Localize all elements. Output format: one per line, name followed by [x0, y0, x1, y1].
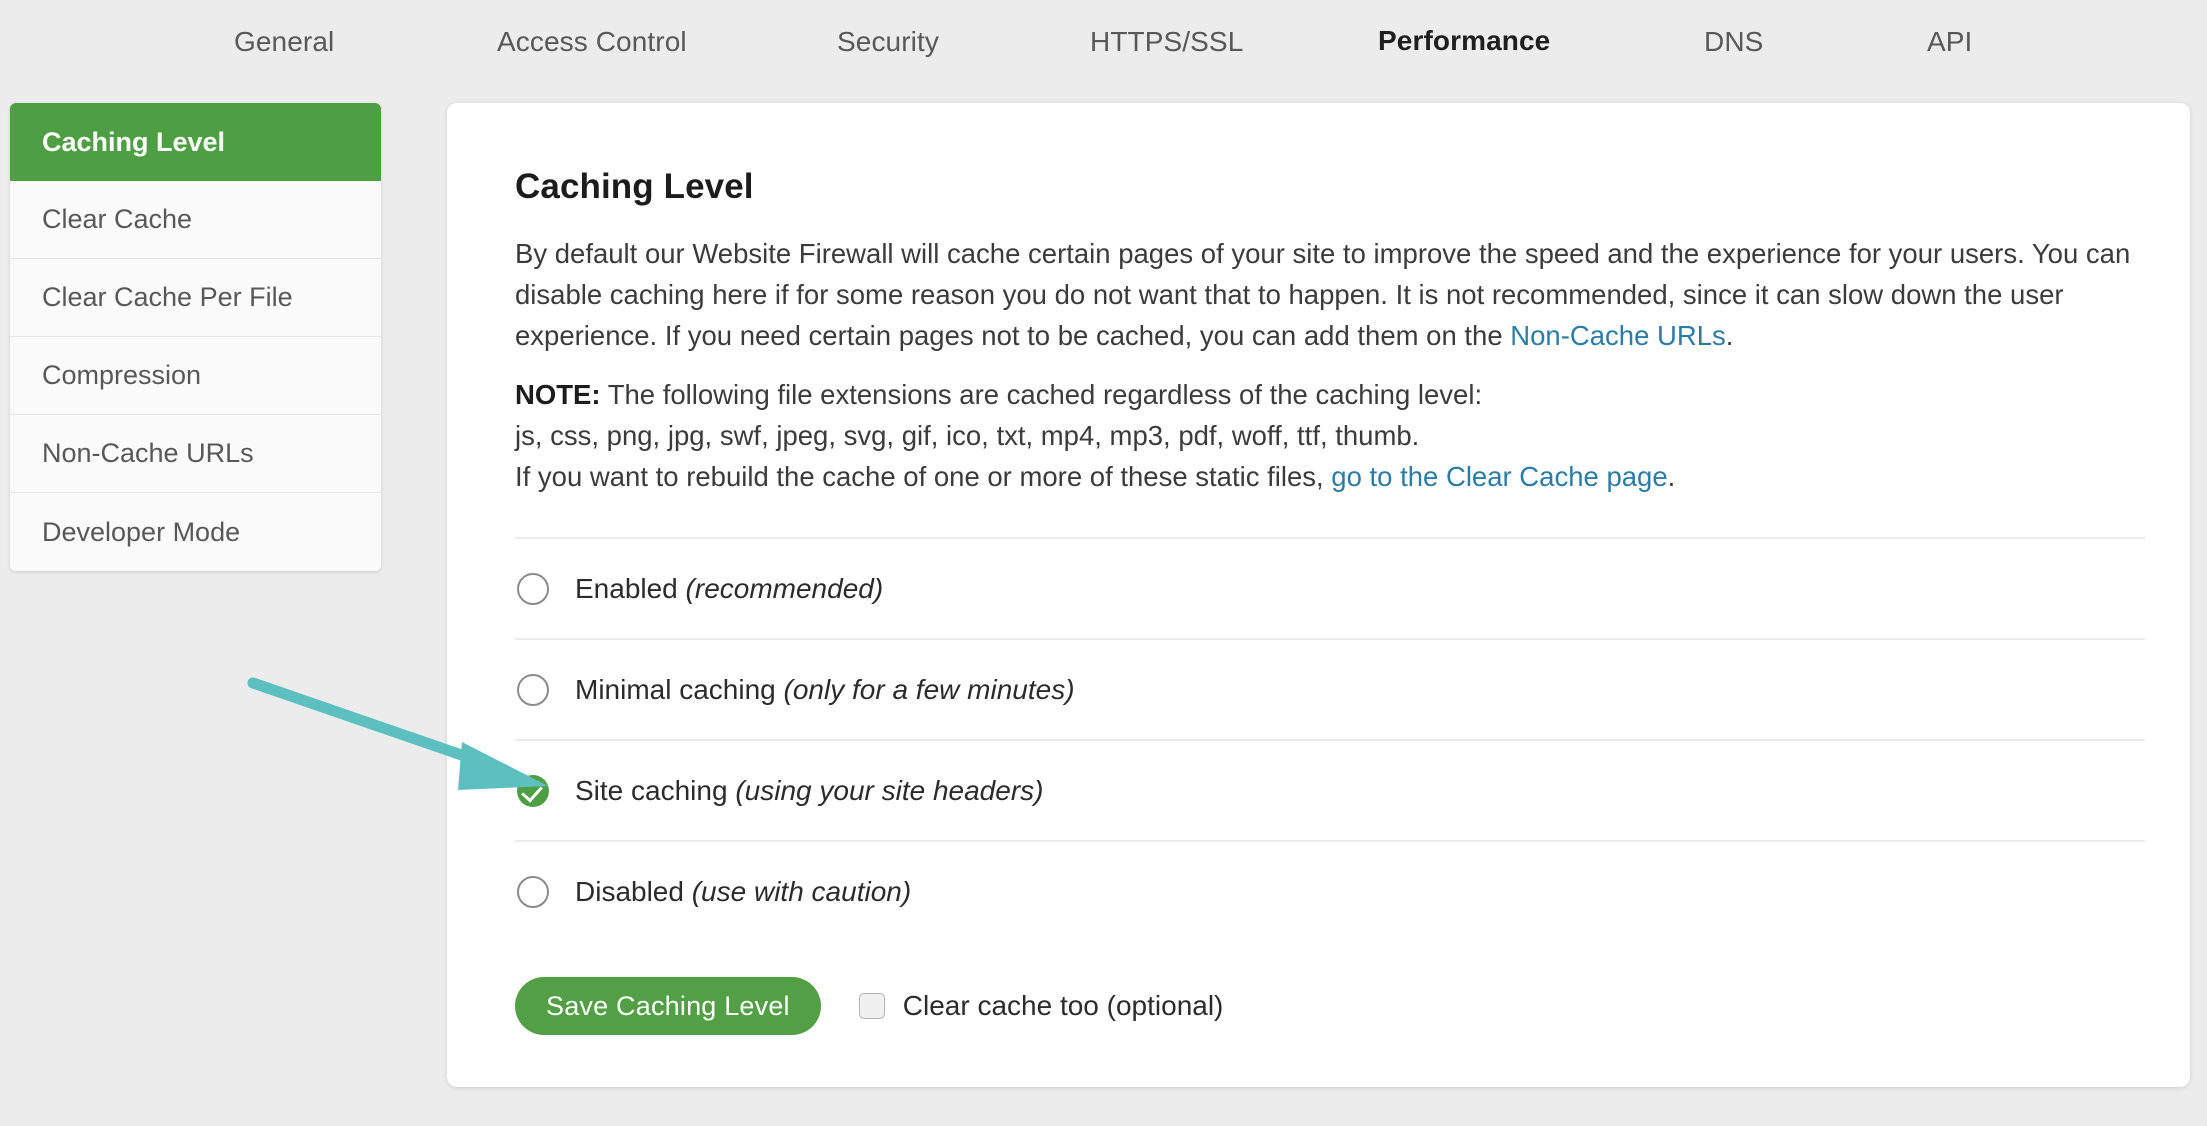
radio-minimal-caching[interactable] [517, 673, 549, 706]
option-hint: (only for a few minutes) [783, 673, 1075, 705]
main-content-card: Caching Level By default our Website Fir… [447, 103, 2190, 1087]
tab-performance[interactable]: Performance [1378, 25, 1550, 57]
radio-disabled[interactable] [517, 875, 549, 908]
option-label-disabled[interactable]: Disabled (use with caution) [575, 876, 911, 908]
intro-text-part1: By default our Website Firewall will cac… [515, 238, 2131, 351]
sidebar-item-label: Clear Cache [42, 204, 193, 234]
tab-https-ssl[interactable]: HTTPS/SSL [1090, 26, 1243, 58]
tab-security[interactable]: Security [837, 26, 939, 58]
sidebar-item-compression[interactable]: Compression [10, 337, 381, 415]
clear-cache-too-label: Clear cache too (optional) [902, 990, 1224, 1021]
note-line-2: js, css, png, jpg, swf, jpeg, svg, gif, … [515, 420, 1420, 451]
tab-general[interactable]: General [234, 26, 334, 58]
option-label-site-caching[interactable]: Site caching (using your site headers) [575, 775, 1043, 807]
radio-enabled[interactable] [517, 572, 549, 605]
sidebar-item-label: Clear Cache Per File [42, 282, 293, 312]
tab-dns[interactable]: DNS [1704, 26, 1763, 58]
radio-site-caching-checked[interactable] [517, 774, 549, 807]
option-hint: (recommended) [685, 572, 884, 604]
sidebar-item-label: Compression [42, 360, 202, 390]
sidebar-item-clear-cache-per-file[interactable]: Clear Cache Per File [10, 259, 381, 337]
non-cache-urls-link[interactable]: Non-Cache URLs [1510, 320, 1726, 351]
top-tab-bar: General Access Control Security HTTPS/SS… [0, 0, 2207, 84]
sidebar-item-clear-cache[interactable]: Clear Cache [10, 181, 381, 259]
option-label-enabled[interactable]: Enabled (recommended) [575, 573, 883, 605]
option-row-site-caching[interactable]: Site caching (using your site headers) [515, 739, 2145, 840]
note-line-3: If you want to rebuild the cache of one … [515, 456, 2134, 497]
option-row-minimal-caching[interactable]: Minimal caching (only for a few minutes) [515, 638, 2145, 739]
option-label-minimal-caching[interactable]: Minimal caching (only for a few minutes) [575, 674, 1075, 706]
page-title: Caching Level [515, 167, 754, 206]
option-hint: (using your site headers) [735, 774, 1044, 806]
tab-api[interactable]: API [1927, 26, 1972, 58]
option-name: Disabled [575, 875, 684, 907]
option-row-enabled[interactable]: Enabled (recommended) [515, 537, 2145, 638]
option-name: Enabled [575, 572, 678, 604]
clear-cache-page-link[interactable]: go to the Clear Cache page [1331, 461, 1667, 492]
tab-access-control[interactable]: Access Control [497, 26, 687, 58]
option-name: Minimal caching [575, 673, 776, 705]
note-block: NOTE: The following file extensions are … [515, 374, 2134, 497]
option-row-disabled[interactable]: Disabled (use with caution) [515, 840, 2145, 941]
save-caching-level-button[interactable]: Save Caching Level [515, 977, 821, 1035]
sidebar-item-label: Caching Level [42, 126, 226, 157]
option-hint: (use with caution) [691, 875, 912, 907]
note-line-1-text: The following file extensions are cached… [600, 379, 1483, 410]
sidebar-item-non-cache-urls[interactable]: Non-Cache URLs [10, 415, 381, 493]
action-row: Save Caching Level Clear cache too (opti… [515, 977, 2134, 1035]
clear-cache-too-checkbox[interactable] [858, 993, 885, 1019]
intro-paragraph: By default our Website Firewall will cac… [515, 233, 2135, 356]
sidebar-item-label: Developer Mode [42, 516, 241, 547]
note-label: NOTE: [515, 379, 601, 410]
sidebar-menu: Caching Level Clear Cache Clear Cache Pe… [10, 103, 381, 571]
intro-text-part2: . [1725, 320, 1734, 351]
note-line-3-pre: If you want to rebuild the cache of one … [515, 461, 1332, 492]
clear-cache-too-checkbox-wrapper[interactable]: Clear cache too (optional) [858, 990, 1224, 1022]
note-line-1: NOTE: The following file extensions are … [515, 374, 2134, 415]
option-name: Site caching [575, 774, 728, 806]
sidebar-item-caching-level[interactable]: Caching Level [10, 103, 381, 181]
sidebar-item-developer-mode[interactable]: Developer Mode [10, 493, 381, 571]
note-line-3-post: . [1667, 461, 1676, 492]
caching-level-options: Enabled (recommended) Minimal caching (o… [515, 537, 2145, 941]
sidebar-item-label: Non-Cache URLs [42, 438, 254, 468]
